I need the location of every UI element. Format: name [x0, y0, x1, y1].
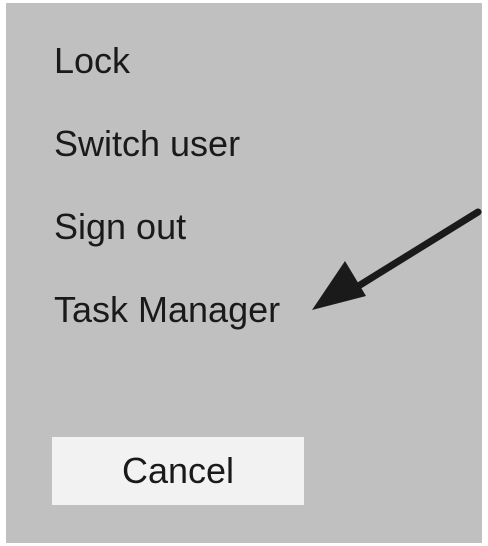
cancel-button[interactable]: Cancel: [52, 437, 304, 505]
menu-item-lock[interactable]: Lock: [54, 41, 130, 81]
menu-item-sign-out[interactable]: Sign out: [54, 207, 186, 247]
security-options-panel: Lock Switch user Sign out Task Manager C…: [6, 3, 482, 543]
menu-item-switch-user[interactable]: Switch user: [54, 124, 240, 164]
menu-item-task-manager[interactable]: Task Manager: [54, 290, 280, 330]
